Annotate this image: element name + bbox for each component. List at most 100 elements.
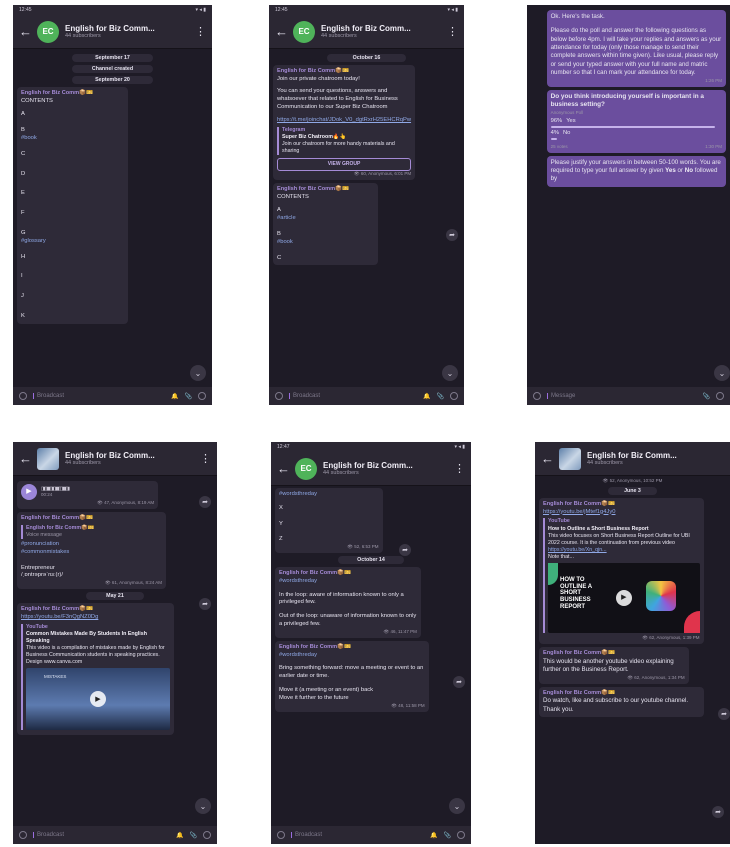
bell-icon[interactable]: 🔔 — [171, 393, 178, 400]
channel-avatar[interactable]: EC — [293, 20, 315, 43]
hashtag-link[interactable]: #commonmistakes — [21, 549, 162, 557]
link-preview[interactable]: YouTube How to Outline a Short Business … — [543, 518, 700, 634]
broadcast-input[interactable]: Broadcast — [33, 832, 170, 838]
message-bubble[interactable]: Ok. Here's the task. Please do the poll … — [546, 10, 726, 87]
message-bubble[interactable]: English for Biz Comm📦🎫 This would be ano… — [539, 647, 689, 684]
back-arrow-icon[interactable]: ← — [19, 24, 32, 39]
attach-icon[interactable]: 📎 — [185, 393, 192, 400]
camera-icon[interactable] — [457, 831, 465, 839]
broadcast-input[interactable]: Broadcast — [289, 393, 417, 399]
youtube-link[interactable]: https://youtu.be/F3nQgNZ0Dg — [21, 614, 170, 622]
play-icon[interactable]: ▶ — [615, 590, 632, 607]
voice-message-bubble[interactable]: ▶ ▯▮▯▮▮▯▮▯▮▮▯▯▮▮▯▮ 00:24 👁 47, Anonymous… — [17, 481, 159, 510]
forward-button[interactable]: ➦ — [199, 598, 211, 610]
view-group-button[interactable]: VIEW GROUP — [277, 158, 412, 171]
message-list[interactable]: 👁 52, Anonymous, 10:52 PM June 3 English… — [535, 476, 730, 844]
message-bubble[interactable]: English for Biz Comm📦🎫 Do watch, like an… — [539, 686, 704, 717]
hashtag-link[interactable]: #book — [277, 239, 374, 247]
message-bubble[interactable]: English for Biz Comm📦🎫 #wordsthreday In … — [275, 567, 421, 638]
bell-icon[interactable]: 🔔 — [423, 393, 430, 400]
poll-bubble[interactable]: Do you think introducing yourself is imp… — [546, 89, 726, 153]
message-bubble[interactable]: English for Biz Comm📦🎫 #wordsthreday Bri… — [275, 640, 429, 712]
message-bubble[interactable]: Please justify your answers in between 5… — [546, 155, 726, 187]
video-thumbnail[interactable]: MISTAKES ▶ — [26, 668, 170, 731]
hashtag-link[interactable]: #book — [21, 135, 124, 143]
message-list[interactable]: Ok. Here's the task. Please do the poll … — [527, 5, 730, 387]
attach-icon[interactable]: 📎 — [190, 832, 197, 839]
forward-button[interactable]: ➦ — [718, 708, 730, 720]
camera-icon[interactable] — [450, 392, 458, 400]
message-bubble[interactable]: English for Biz Comm📦🎫 Join our private … — [273, 65, 416, 180]
channel-avatar[interactable] — [37, 447, 59, 470]
channel-avatar[interactable] — [559, 447, 581, 470]
scroll-down-button[interactable]: ⌄ — [195, 798, 211, 814]
broadcast-input[interactable]: Broadcast — [33, 393, 165, 399]
hashtag-link[interactable]: #wordsthreday — [279, 578, 417, 586]
hashtag-link[interactable]: #pronunciation — [21, 541, 162, 549]
attach-icon[interactable]: 📎 — [444, 832, 451, 839]
attach-icon[interactable]: 📎 — [437, 393, 444, 400]
bell-icon[interactable]: 🔔 — [430, 832, 437, 839]
channel-info[interactable]: English for Biz Comm... 44 subscribers — [321, 24, 441, 39]
channel-info[interactable]: English for Biz Comm... 44 subscribers — [587, 451, 724, 466]
link-preview[interactable]: YouTube Common Mistakes Made By Students… — [21, 623, 170, 731]
camera-icon[interactable] — [203, 831, 211, 839]
message-bubble[interactable]: English for Biz Comm📦🎫 https://youtu.be/… — [17, 603, 174, 736]
back-arrow-icon[interactable]: ← — [541, 451, 554, 466]
reply-quote[interactable]: English for Biz Comm📦🎫 Voice message — [21, 524, 162, 539]
broadcast-input[interactable]: Broadcast — [291, 832, 424, 838]
scroll-down-button[interactable]: ⌄ — [449, 798, 465, 814]
channel-info[interactable]: English for Biz Comm... 44 subscribers — [65, 451, 194, 466]
emoji-icon[interactable] — [19, 392, 27, 400]
forward-button[interactable]: ➦ — [712, 806, 724, 818]
scroll-down-button[interactable]: ⌄ — [190, 365, 206, 381]
preview-link[interactable]: https://youtu.be/Xn_qjn... — [548, 547, 700, 554]
back-arrow-icon[interactable]: ← — [19, 451, 32, 466]
more-menu-icon[interactable]: ⋮ — [454, 462, 465, 475]
message-bubble[interactable]: #wordsthreday X Y Z 👁 52, 6:53 PM — [275, 488, 383, 554]
more-menu-icon[interactable]: ⋮ — [195, 25, 206, 38]
emoji-icon[interactable] — [19, 831, 27, 839]
poll-option[interactable]: 96% Yes — [551, 118, 722, 126]
emoji-icon[interactable] — [533, 392, 541, 400]
back-arrow-icon[interactable]: ← — [275, 24, 288, 39]
hashtag-link[interactable]: #wordsthreday — [279, 652, 425, 660]
message-list[interactable]: ▶ ▯▮▯▮▮▯▮▯▮▮▯▯▮▮▯▮ 00:24 👁 47, Anonymous… — [13, 476, 217, 826]
link-preview[interactable]: Telegram Super Biz Chatroom🔥👆 Join our c… — [277, 126, 411, 156]
hashtag-link[interactable]: #article — [277, 215, 374, 223]
channel-avatar[interactable]: EC — [37, 20, 59, 43]
youtube-link[interactable]: https://youtu.be/jMtef1g4Jy0 — [543, 509, 700, 517]
more-menu-icon[interactable]: ⋮ — [447, 25, 458, 38]
channel-info[interactable]: English for Biz Comm... 44 subscribers — [65, 24, 189, 39]
poll-option[interactable]: 4% No — [551, 130, 722, 138]
message-bubble[interactable]: English for Biz Comm📦🎫 English for Biz C… — [17, 512, 166, 590]
invite-link[interactable]: https://t.me/joinchat/JDok_V0_dgtRxrH25E… — [277, 117, 411, 125]
play-icon[interactable]: ▶ — [21, 484, 37, 500]
channel-info[interactable]: English for Biz Comm... 44 subscribers — [323, 461, 448, 476]
forward-button[interactable]: ➦ — [399, 544, 411, 556]
message-bubble[interactable]: English for Biz Comm📦🎫 CONTENTS A #artic… — [273, 182, 378, 266]
scroll-down-button[interactable]: ⌄ — [442, 365, 458, 381]
hashtag-link[interactable]: #wordsthreday — [279, 491, 379, 499]
message-list[interactable]: October 16 English for Biz Comm📦🎫 Join o… — [269, 49, 464, 387]
message-list[interactable]: September 17 Channel created September 2… — [13, 49, 212, 387]
emoji-icon[interactable] — [277, 831, 285, 839]
forward-button[interactable]: ➦ — [453, 676, 465, 688]
message-bubble[interactable]: English for Biz Comm📦🎫 https://youtu.be/… — [539, 498, 704, 645]
video-thumbnail[interactable]: HOW TO OUTLINE A SHORT BUSINESS REPORT ▶ — [548, 563, 700, 634]
microphone-icon[interactable] — [716, 392, 724, 400]
bell-icon[interactable]: 🔔 — [176, 832, 183, 839]
more-menu-icon[interactable]: ⋮ — [200, 452, 211, 465]
scroll-down-button[interactable]: ⌄ — [714, 365, 730, 381]
forward-button[interactable]: ➦ — [446, 229, 458, 241]
forward-button[interactable]: ➦ — [199, 496, 211, 508]
channel-avatar[interactable]: EC — [295, 457, 317, 480]
emoji-icon[interactable] — [275, 392, 283, 400]
message-bubble[interactable]: English for Biz Comm📦🎫 CONTENTS A B #boo… — [17, 87, 128, 324]
message-list[interactable]: #wordsthreday X Y Z 👁 52, 6:53 PM ➦ Octo… — [271, 486, 471, 826]
camera-icon[interactable] — [198, 392, 206, 400]
attach-icon[interactable]: 📎 — [703, 393, 710, 400]
message-input[interactable]: Message — [547, 393, 697, 399]
play-icon[interactable]: ▶ — [89, 691, 106, 708]
back-arrow-icon[interactable]: ← — [277, 461, 290, 476]
